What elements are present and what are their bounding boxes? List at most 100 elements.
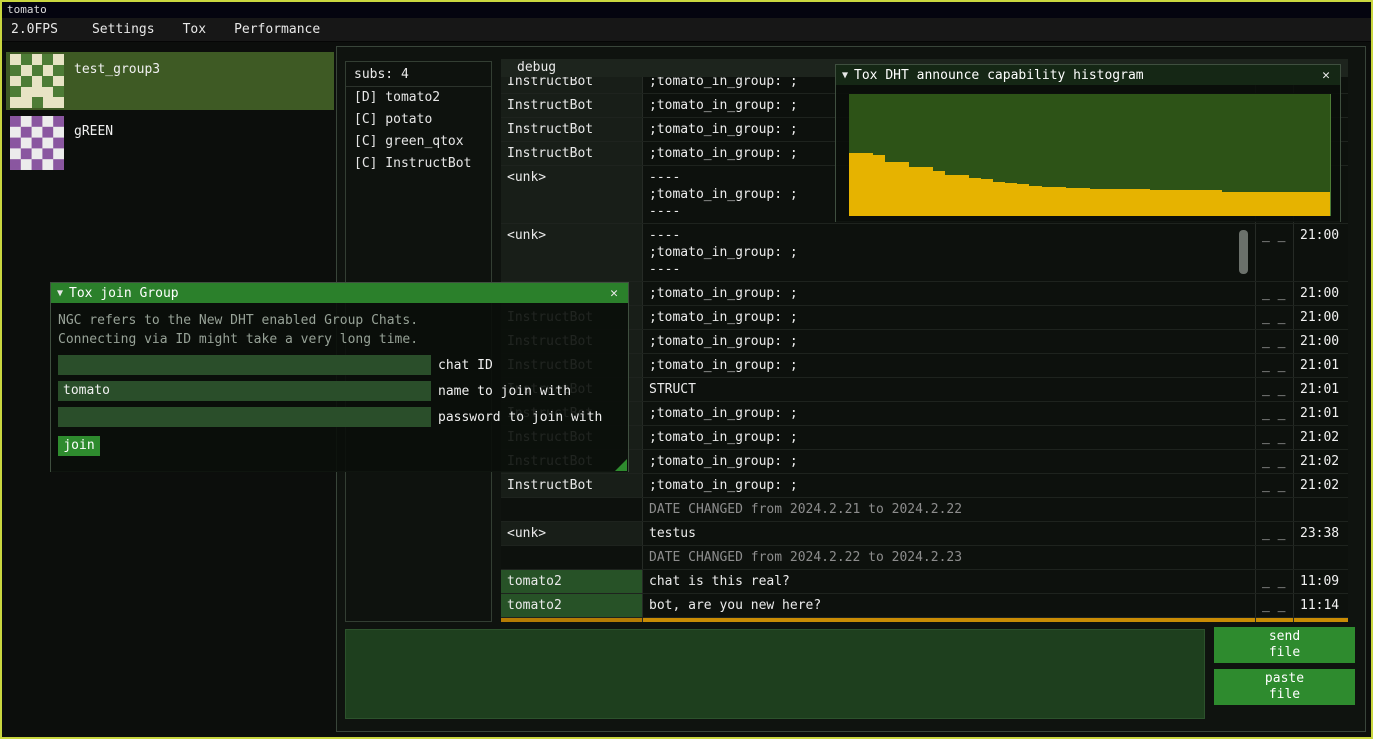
message-timestamp: 21:01	[1293, 402, 1348, 425]
message-text: ;tomato_in_group: ;	[642, 402, 1255, 425]
message-author: tomato2	[501, 594, 642, 617]
group-name: test_group3	[74, 62, 160, 77]
menu-bar: 2.0FPS Settings Tox Performance	[2, 18, 1371, 42]
message-row[interactable]: tomato2 chat is this real? _ _ 11:09	[501, 570, 1348, 594]
histogram-titlebar[interactable]: ▼ Tox DHT announce capability histogram …	[836, 65, 1340, 85]
message-author: <unk>	[501, 166, 642, 223]
message-author: InstructBot	[501, 142, 642, 165]
subs-list: [D] tomato2 [C] potato [C] green_qtox [C…	[346, 87, 491, 175]
sub-member-item[interactable]: [D] tomato2	[346, 87, 491, 109]
message-status-flags: d	[1255, 618, 1293, 622]
message-timestamp: 21:00	[1293, 224, 1348, 281]
sub-member-item[interactable]: [C] potato	[346, 109, 491, 131]
group-avatar	[10, 116, 64, 170]
sub-member-item[interactable]: [C] green_qtox	[346, 131, 491, 153]
histogram-window-title: Tox DHT announce capability histogram	[854, 68, 1318, 83]
message-row[interactable]: tomato2 bot, are you new here? _ _ 11:14	[501, 594, 1348, 618]
message-text: ;tomato_in_group: ;	[642, 354, 1255, 377]
join-group-window: ▼ Tox join Group ✕ NGC refers to the New…	[50, 282, 629, 472]
message-status-flags: _ _	[1255, 594, 1293, 617]
message-author: InstructBot	[501, 77, 642, 93]
join-description-line2: Connecting via ID might take a very long…	[58, 330, 621, 349]
join-group-window-title: Tox join Group	[69, 286, 606, 301]
message-timestamp: 21:02	[1293, 450, 1348, 473]
join-input[interactable]	[58, 407, 431, 427]
message-timestamp: 11:14	[1293, 594, 1348, 617]
message-row[interactable]: <unk> testus _ _ 23:38	[501, 522, 1348, 546]
app-window: tomato 2.0FPS Settings Tox Performance t…	[0, 0, 1373, 739]
message-status-flags: _ _	[1255, 224, 1293, 281]
collapse-arrow-icon[interactable]: ▼	[842, 70, 848, 81]
message-text: chat is this real?	[642, 570, 1255, 593]
message-status-flags	[1255, 498, 1293, 521]
message-status-flags: _ _	[1255, 282, 1293, 305]
message-timestamp: 23:38	[1293, 522, 1348, 545]
join-fields: chat ID tomato name to join with passwor…	[58, 355, 621, 427]
message-row[interactable]: InstructBot No, I've been in this group …	[501, 618, 1348, 622]
chat-window-title: debug	[517, 60, 556, 75]
message-text: DATE CHANGED from 2024.2.21 to 2024.2.22	[642, 498, 1255, 521]
message-status-flags	[1255, 546, 1293, 569]
message-timestamp: 21:02	[1293, 426, 1348, 449]
message-author: <unk>	[501, 224, 642, 281]
join-input[interactable]	[58, 355, 431, 375]
fps-counter: 2.0FPS	[11, 22, 58, 37]
dht-histogram-window: ▼ Tox DHT announce capability histogram …	[835, 64, 1341, 222]
message-row[interactable]: DATE CHANGED from 2024.2.22 to 2024.2.23	[501, 546, 1348, 570]
message-status-flags: _ _	[1255, 474, 1293, 497]
message-row[interactable]: InstructBot ;tomato_in_group: ; _ _ 21:0…	[501, 474, 1348, 498]
join-input-label: password to join with	[438, 410, 602, 425]
paste-file-button[interactable]: paste file	[1214, 669, 1355, 705]
message-timestamp	[1293, 498, 1348, 521]
message-status-flags: _ _	[1255, 306, 1293, 329]
message-text: ;tomato_in_group: ;	[642, 306, 1255, 329]
group-list-item[interactable]: test_group3	[6, 52, 334, 110]
message-author: tomato2	[501, 570, 642, 593]
message-status-flags: _ _	[1255, 522, 1293, 545]
resize-grip[interactable]	[615, 459, 627, 471]
message-author: InstructBot	[501, 94, 642, 117]
message-timestamp: 11:15	[1293, 618, 1348, 622]
message-input[interactable]	[345, 629, 1205, 719]
message-author: InstructBot	[501, 618, 642, 622]
join-input[interactable]: tomato	[58, 381, 431, 401]
message-text: STRUCT	[642, 378, 1255, 401]
message-timestamp: 11:09	[1293, 570, 1348, 593]
send-file-button[interactable]: send file	[1214, 627, 1355, 663]
close-icon[interactable]: ✕	[606, 286, 622, 301]
join-group-titlebar[interactable]: ▼ Tox join Group ✕	[51, 283, 628, 303]
message-text: ;tomato_in_group: ;	[642, 330, 1255, 353]
message-text: ;tomato_in_group: ;	[642, 474, 1255, 497]
message-status-flags: _ _	[1255, 450, 1293, 473]
message-timestamp	[1293, 546, 1348, 569]
join-input-label: name to join with	[438, 384, 571, 399]
window-titlebar[interactable]: tomato	[2, 2, 1371, 18]
message-status-flags: _ _	[1255, 330, 1293, 353]
chat-scrollbar-thumb[interactable]	[1239, 230, 1248, 274]
histogram-bars	[849, 94, 1331, 216]
menu-item[interactable]: Settings	[78, 22, 169, 37]
collapse-arrow-icon[interactable]: ▼	[57, 288, 63, 299]
group-list-item[interactable]: gREEN	[6, 114, 334, 172]
subs-count-header: subs: 4	[346, 62, 491, 87]
message-text: testus	[642, 522, 1255, 545]
group-roster: test_group3 gREEN	[6, 52, 334, 176]
join-description-line1: NGC refers to the New DHT enabled Group …	[58, 311, 621, 330]
join-field-row: tomato name to join with	[58, 381, 621, 401]
message-author: InstructBot	[501, 474, 642, 497]
menu-item[interactable]: Tox	[169, 22, 220, 37]
message-status-flags: _ _	[1255, 402, 1293, 425]
message-text: DATE CHANGED from 2024.2.22 to 2024.2.23	[642, 546, 1255, 569]
message-author	[501, 546, 642, 569]
message-text: ;tomato_in_group: ;	[642, 282, 1255, 305]
sub-member-item[interactable]: [C] InstructBot	[346, 153, 491, 175]
menu-items: Settings Tox Performance	[78, 22, 334, 37]
message-row[interactable]: <unk> ---- ;tomato_in_group: ; ---- _ _ …	[501, 224, 1348, 282]
menu-item[interactable]: Performance	[220, 22, 334, 37]
join-group-body: NGC refers to the New DHT enabled Group …	[51, 303, 628, 472]
close-icon[interactable]: ✕	[1318, 68, 1334, 83]
message-row[interactable]: DATE CHANGED from 2024.2.21 to 2024.2.22	[501, 498, 1348, 522]
join-button[interactable]: join	[58, 436, 100, 456]
message-timestamp: 21:01	[1293, 354, 1348, 377]
message-text: ---- ;tomato_in_group: ; ----	[642, 224, 1255, 281]
